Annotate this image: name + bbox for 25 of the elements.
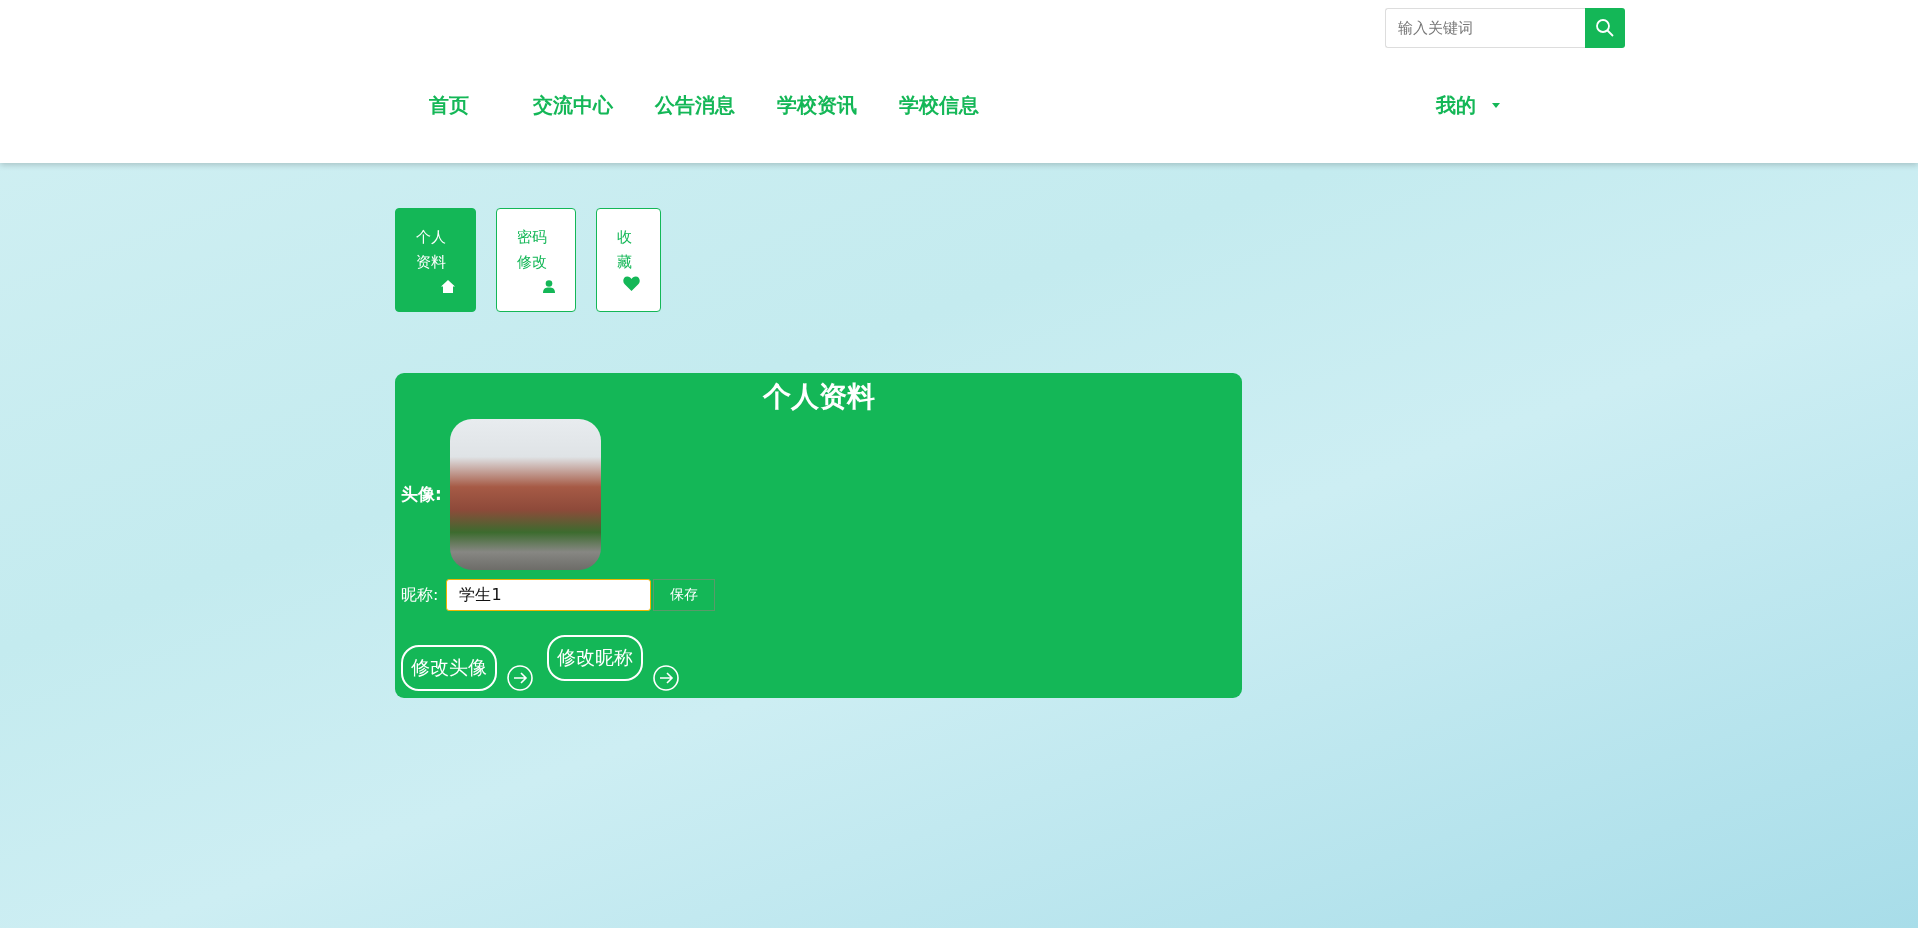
- nickname-field[interactable]: 学生1: [446, 579, 652, 611]
- nav-link[interactable]: 交流中心: [533, 92, 613, 119]
- card-title: 个人资料: [761, 379, 876, 415]
- search-field[interactable]: 输入关键词: [1385, 8, 1585, 48]
- user-icon: [543, 280, 555, 293]
- search-icon: [1595, 18, 1615, 38]
- nav-link[interactable]: 公告消息: [655, 92, 735, 119]
- arrow-right-icon[interactable]: [507, 665, 533, 691]
- save-button[interactable]: 保存: [653, 579, 716, 611]
- home-icon: [441, 280, 455, 293]
- action-button[interactable]: 修改头像: [401, 645, 497, 691]
- avatar-label: 头像:: [401, 483, 442, 506]
- nav-link[interactable]: 学校资讯: [777, 92, 857, 119]
- sidebar-tab[interactable]: 个人资料: [395, 208, 476, 312]
- nickname-label: 昵称:: [401, 584, 439, 606]
- sidebar-tab[interactable]: 密码修改: [496, 208, 576, 312]
- search-button[interactable]: [1585, 8, 1625, 48]
- arrow-right-icon[interactable]: [653, 665, 679, 691]
- user-menu[interactable]: 我的: [1436, 92, 1500, 119]
- caret-icon: [1492, 103, 1500, 108]
- sidebar-tab[interactable]: 收藏: [596, 208, 661, 312]
- nav-link[interactable]: 首页: [429, 92, 469, 119]
- action-button[interactable]: 修改昵称: [547, 635, 643, 681]
- nav-link[interactable]: 学校信息: [899, 92, 979, 119]
- heart-icon: [623, 276, 640, 291]
